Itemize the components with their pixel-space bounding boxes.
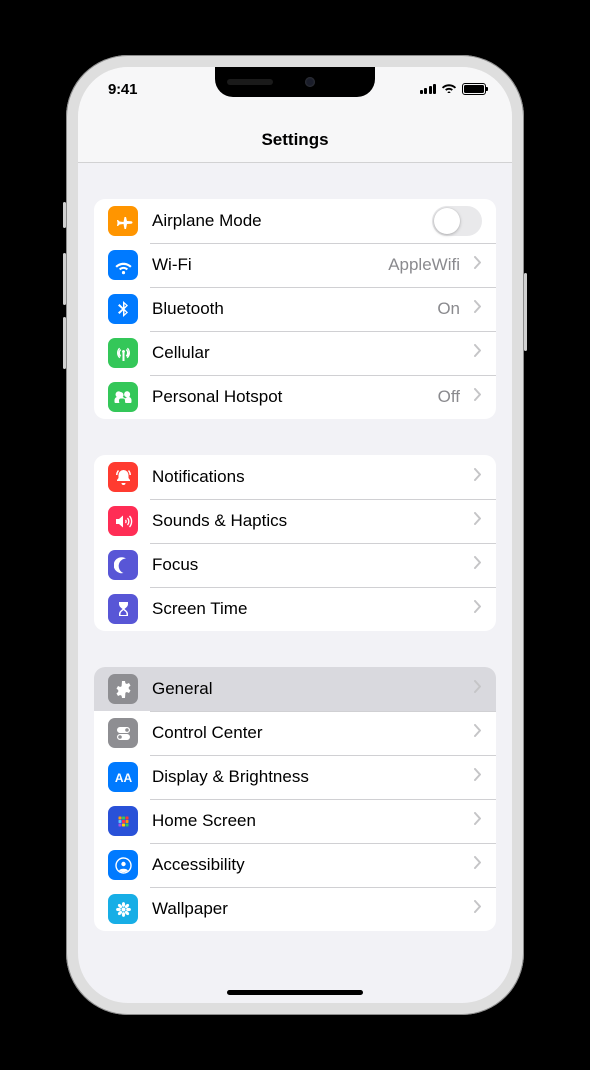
settings-row-display[interactable]: Display & Brightness bbox=[94, 755, 496, 799]
row-label: Cellular bbox=[152, 343, 460, 363]
settings-group-connectivity: Airplane Mode Wi-Fi AppleWifi Bluetooth On Ce… bbox=[94, 199, 496, 419]
chevron-right-icon bbox=[474, 768, 482, 786]
chevron-right-icon bbox=[474, 512, 482, 530]
phone-frame: 9:41 Settings Airplane Mode Wi-Fi AppleWif… bbox=[66, 55, 524, 1015]
settings-row-bluetooth[interactable]: Bluetooth On bbox=[94, 287, 496, 331]
home-indicator[interactable] bbox=[227, 990, 363, 995]
chevron-right-icon bbox=[474, 556, 482, 574]
hotspot-icon bbox=[108, 382, 138, 412]
row-label: Sounds & Haptics bbox=[152, 511, 460, 531]
toggle-airplane[interactable] bbox=[432, 206, 482, 236]
row-label: Airplane Mode bbox=[152, 211, 418, 231]
settings-row-homescreen[interactable]: Home Screen bbox=[94, 799, 496, 843]
textsize-icon bbox=[108, 762, 138, 792]
row-value: Off bbox=[438, 387, 460, 407]
mute-switch bbox=[63, 202, 66, 228]
row-label: Notifications bbox=[152, 467, 460, 487]
settings-row-cellular[interactable]: Cellular bbox=[94, 331, 496, 375]
speaker-icon bbox=[108, 506, 138, 536]
status-time: 9:41 bbox=[108, 81, 137, 98]
chevron-right-icon bbox=[474, 256, 482, 274]
gear-icon bbox=[108, 674, 138, 704]
settings-row-accessibility[interactable]: Accessibility bbox=[94, 843, 496, 887]
settings-row-airplane[interactable]: Airplane Mode bbox=[94, 199, 496, 243]
wifi-status-icon bbox=[441, 80, 457, 98]
settings-row-controlcenter[interactable]: Control Center bbox=[94, 711, 496, 755]
chevron-right-icon bbox=[474, 812, 482, 830]
wifi-icon bbox=[108, 250, 138, 280]
row-label: Personal Hotspot bbox=[152, 387, 424, 407]
row-value: On bbox=[437, 299, 460, 319]
volume-down-button bbox=[63, 317, 66, 369]
settings-row-notifications[interactable]: Notifications bbox=[94, 455, 496, 499]
chevron-right-icon bbox=[474, 388, 482, 406]
row-label: Home Screen bbox=[152, 811, 460, 831]
bell-icon bbox=[108, 462, 138, 492]
bluetooth-icon bbox=[108, 294, 138, 324]
row-label: General bbox=[152, 679, 460, 699]
row-label: Display & Brightness bbox=[152, 767, 460, 787]
person-icon bbox=[108, 850, 138, 880]
chevron-right-icon bbox=[474, 600, 482, 618]
settings-row-wifi[interactable]: Wi-Fi AppleWifi bbox=[94, 243, 496, 287]
settings-row-general[interactable]: General bbox=[94, 667, 496, 711]
hourglass-icon bbox=[108, 594, 138, 624]
chevron-right-icon bbox=[474, 680, 482, 698]
settings-group-system: General Control Center Display & Brightnes… bbox=[94, 667, 496, 931]
settings-row-screentime[interactable]: Screen Time bbox=[94, 587, 496, 631]
chevron-right-icon bbox=[474, 300, 482, 318]
flower-icon bbox=[108, 894, 138, 924]
page-title: Settings bbox=[261, 130, 328, 150]
chevron-right-icon bbox=[474, 344, 482, 362]
moon-icon bbox=[108, 550, 138, 580]
row-label: Screen Time bbox=[152, 599, 460, 619]
settings-row-hotspot[interactable]: Personal Hotspot Off bbox=[94, 375, 496, 419]
row-label: Accessibility bbox=[152, 855, 460, 875]
notch bbox=[215, 67, 375, 97]
row-label: Focus bbox=[152, 555, 460, 575]
row-label: Wi-Fi bbox=[152, 255, 374, 275]
row-label: Bluetooth bbox=[152, 299, 423, 319]
screen: 9:41 Settings Airplane Mode Wi-Fi AppleWif… bbox=[78, 67, 512, 1003]
chevron-right-icon bbox=[474, 856, 482, 874]
battery-icon bbox=[462, 83, 486, 95]
row-value: AppleWifi bbox=[388, 255, 460, 275]
settings-row-focus[interactable]: Focus bbox=[94, 543, 496, 587]
chevron-right-icon bbox=[474, 468, 482, 486]
settings-row-wallpaper[interactable]: Wallpaper bbox=[94, 887, 496, 931]
grid-icon bbox=[108, 806, 138, 836]
airplane-icon bbox=[108, 206, 138, 236]
volume-up-button bbox=[63, 253, 66, 305]
content[interactable]: Airplane Mode Wi-Fi AppleWifi Bluetooth On Ce… bbox=[78, 67, 512, 1003]
cellular-signal-icon bbox=[420, 84, 437, 94]
power-button bbox=[524, 273, 527, 351]
row-label: Wallpaper bbox=[152, 899, 460, 919]
chevron-right-icon bbox=[474, 724, 482, 742]
row-label: Control Center bbox=[152, 723, 460, 743]
settings-row-sounds[interactable]: Sounds & Haptics bbox=[94, 499, 496, 543]
switches-icon bbox=[108, 718, 138, 748]
settings-group-alerts: Notifications Sounds & Haptics Focus Screen… bbox=[94, 455, 496, 631]
antenna-icon bbox=[108, 338, 138, 368]
chevron-right-icon bbox=[474, 900, 482, 918]
